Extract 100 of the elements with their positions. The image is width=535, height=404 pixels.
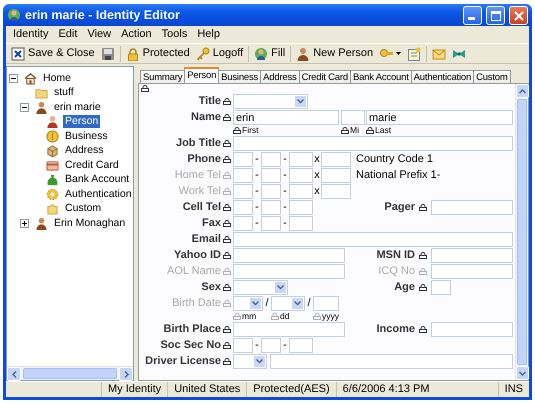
tab[interactable]: Custom: [473, 70, 511, 83]
toolbar-button[interactable]: Logoff: [192, 46, 246, 62]
text-field[interactable]: [233, 168, 253, 183]
tree-item[interactable]: Erin Monaghan: [52, 216, 128, 230]
dropdown-field[interactable]: [233, 354, 267, 369]
vertical-scrollbar[interactable]: [515, 84, 528, 380]
scrollbar-thumb[interactable]: [517, 99, 527, 365]
text-field[interactable]: [431, 280, 451, 295]
text-field[interactable]: [233, 200, 253, 215]
collapse-icon[interactable]: [20, 102, 29, 112]
close-icon: [513, 10, 525, 22]
text-field[interactable]: [233, 136, 513, 151]
text-field[interactable]: [233, 216, 253, 231]
scroll-down-button[interactable]: [516, 366, 529, 380]
tab[interactable]: Person: [184, 66, 220, 83]
lock-icon: [223, 252, 231, 259]
lock-icon: [233, 126, 241, 134]
text-field[interactable]: [289, 338, 313, 353]
text-field[interactable]: [233, 248, 345, 263]
dropdown-field[interactable]: [233, 94, 308, 109]
text-field[interactable]: [341, 110, 365, 125]
text-field[interactable]: [233, 232, 513, 247]
text-field[interactable]: [233, 338, 253, 353]
text-field[interactable]: [289, 152, 313, 167]
horizontal-scrollbar[interactable]: [7, 366, 133, 380]
text-field[interactable]: [261, 216, 281, 231]
expand-icon[interactable]: [20, 218, 29, 228]
text-field[interactable]: [289, 184, 313, 199]
menu-item[interactable]: Tools: [156, 26, 192, 42]
scrollbar-thumb[interactable]: [23, 368, 117, 379]
tree-item[interactable]: Person: [63, 115, 100, 128]
text-field[interactable]: [431, 248, 513, 263]
scroll-right-button[interactable]: [119, 367, 133, 381]
tree-item[interactable]: erin marie: [52, 100, 103, 114]
tree-item[interactable]: stuff: [52, 86, 76, 100]
close-icon: [11, 46, 25, 60]
lock-icon: [223, 156, 231, 163]
menu-item[interactable]: Identity: [8, 26, 54, 42]
toolbar-button[interactable]: Save & Close: [8, 46, 98, 62]
text-field[interactable]: [261, 168, 281, 183]
text-field[interactable]: [261, 338, 281, 353]
maximize-button[interactable]: [486, 6, 505, 24]
text-field[interactable]: erin: [233, 110, 339, 125]
tree-item[interactable]: Home: [41, 72, 74, 85]
text-field[interactable]: [261, 152, 281, 167]
text-field[interactable]: [233, 152, 253, 167]
text-field[interactable]: [289, 216, 313, 231]
menu-item[interactable]: Help: [192, 26, 225, 42]
tree-item[interactable]: Custom: [63, 202, 104, 216]
dropdown-field[interactable]: [271, 296, 305, 311]
tree-item[interactable]: Address: [63, 144, 106, 158]
dropdown-field[interactable]: [233, 296, 263, 311]
text-field[interactable]: marie: [366, 110, 513, 125]
card-icon: [46, 158, 59, 172]
lock-icon: [223, 204, 231, 211]
tab[interactable]: Authentication: [410, 70, 474, 83]
tree-item[interactable]: Credit Card: [63, 158, 121, 172]
tab[interactable]: Summary: [140, 70, 186, 83]
tree-item[interactable]: Authentication: [63, 188, 134, 201]
text-field[interactable]: [261, 184, 281, 199]
text-field[interactable]: [233, 322, 345, 337]
collapse-icon[interactable]: [9, 74, 18, 83]
minimize-button[interactable]: [463, 6, 482, 24]
menu-item[interactable]: View: [82, 26, 116, 42]
lock-icon: [223, 220, 231, 227]
lock-icon: [419, 268, 427, 275]
tab[interactable]: Address: [260, 70, 300, 83]
text-field[interactable]: [321, 168, 351, 183]
text-field[interactable]: [289, 200, 313, 215]
text-field[interactable]: [321, 184, 351, 199]
dropdown-field[interactable]: [233, 280, 288, 295]
tab[interactable]: Business: [218, 70, 262, 83]
text-field[interactable]: [233, 184, 253, 199]
toolbar-button[interactable]: Protected: [122, 46, 193, 62]
text-field[interactable]: [270, 354, 513, 369]
tab[interactable]: Bank Account: [350, 70, 412, 83]
text-field[interactable]: [289, 168, 313, 183]
text-field[interactable]: [233, 264, 345, 279]
text-field[interactable]: [431, 200, 513, 215]
toolbar-button[interactable]: New Person: [293, 46, 376, 62]
text-field[interactable]: [261, 200, 281, 215]
tab[interactable]: Credit Card: [298, 70, 351, 83]
scroll-up-button[interactable]: [516, 84, 529, 98]
menu-item[interactable]: Edit: [53, 26, 82, 42]
lock-icon: [223, 98, 231, 105]
lock-icon: [223, 326, 231, 333]
text-field[interactable]: [313, 296, 339, 311]
close-button[interactable]: [509, 6, 528, 24]
toolbar-button[interactable]: Fill: [251, 46, 288, 62]
puzzle-icon: [46, 202, 59, 216]
sublabel: mm: [242, 311, 256, 321]
field-label: Cell Tel: [182, 200, 221, 215]
scroll-left-button[interactable]: [7, 367, 21, 381]
text-field[interactable]: [431, 264, 513, 279]
tree-item[interactable]: Business: [63, 130, 110, 143]
text-field[interactable]: [431, 322, 513, 337]
text-field[interactable]: [321, 152, 351, 167]
menu-item[interactable]: Action: [116, 26, 157, 42]
lock-icon: [419, 284, 427, 291]
tree-item[interactable]: Bank Account: [63, 173, 132, 186]
